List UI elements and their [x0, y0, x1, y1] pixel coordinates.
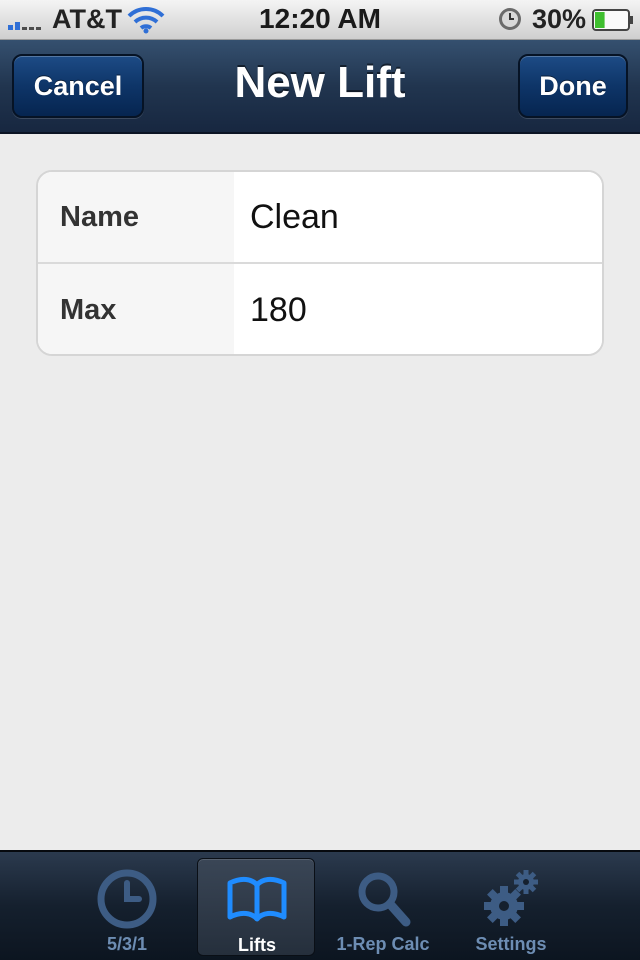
form-row-name[interactable]: Name Clean — [38, 172, 602, 264]
tab-label: 5/3/1 — [106, 934, 148, 954]
gears-icon — [484, 870, 538, 926]
name-field[interactable]: Clean — [234, 172, 602, 262]
magnifier-icon — [358, 872, 411, 927]
lift-form: Name Clean Max 180 — [36, 170, 604, 356]
max-field[interactable]: 180 — [234, 264, 602, 354]
tab-label: 1-Rep Calc — [336, 934, 430, 954]
tab-531[interactable]: 5/3/1 — [68, 858, 186, 956]
max-label: Max — [38, 264, 234, 354]
name-label: Name — [38, 172, 234, 262]
battery-percent: 30% — [532, 4, 587, 34]
tab-settings[interactable]: Settings — [452, 858, 570, 956]
alarm-icon — [499, 8, 521, 30]
tab-1-rep-calc[interactable]: 1-Rep Calc — [324, 858, 442, 956]
clock-icon — [97, 869, 157, 929]
done-button[interactable]: Done — [518, 54, 628, 118]
tab-label: Settings — [475, 934, 547, 954]
status-bar: AT&T 12:20 AM 30% — [0, 0, 640, 40]
tab-label: Lifts — [238, 935, 276, 955]
tab-bar: 5/3/1 Lifts 1-Rep Calc Settings — [0, 850, 640, 960]
navigation-bar: Cancel New Lift Done — [0, 40, 640, 134]
battery-icon — [592, 9, 633, 31]
book-icon — [227, 876, 287, 922]
form-row-max[interactable]: Max 180 — [38, 264, 602, 354]
tab-lifts[interactable]: Lifts — [197, 858, 315, 956]
